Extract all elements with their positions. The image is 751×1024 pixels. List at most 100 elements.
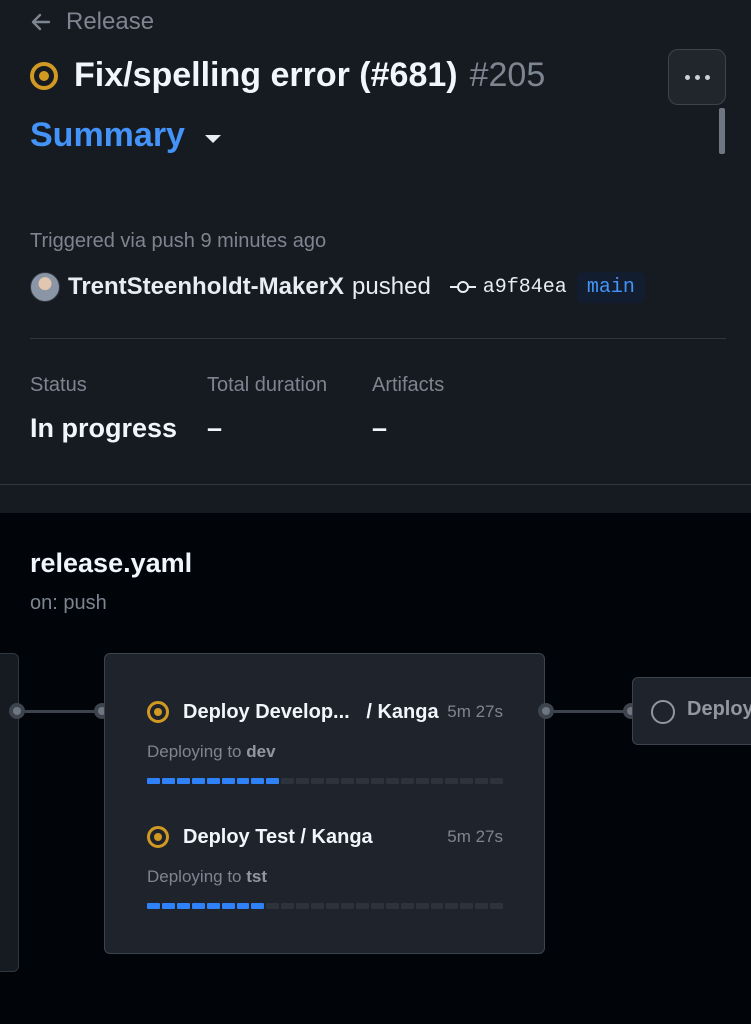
job-description: Deploying to dev [147, 742, 276, 761]
kebab-dot-icon [684, 74, 690, 80]
workflow-trigger: on: push [30, 592, 107, 614]
branch-badge[interactable]: main [576, 271, 645, 303]
git-commit-icon [449, 281, 476, 293]
job-item[interactable]: Deploy Test / Kanga 5m 27s Deploying to … [147, 823, 504, 909]
stat-value: – [207, 413, 223, 443]
section-dropdown[interactable]: Summary [30, 116, 221, 155]
progress-segment [400, 903, 414, 909]
job-duration: 5m 27s [447, 827, 503, 846]
progress-segment [311, 903, 325, 909]
duration-stat: Total duration – [207, 374, 327, 444]
progress-segment [311, 778, 325, 784]
connector-dot [538, 703, 554, 719]
progress-segment [326, 778, 339, 784]
job-duration: 5m 27s [447, 702, 503, 721]
progress-segment [355, 903, 369, 909]
connector-dot [9, 703, 25, 719]
progress-segment [370, 778, 384, 784]
in-progress-status-icon [30, 61, 58, 90]
arrow-left-icon [31, 13, 51, 31]
progress-segment [340, 778, 354, 784]
run-number: #205 [469, 56, 546, 94]
progress-segment [475, 903, 489, 909]
stat-value: – [372, 413, 388, 443]
run-title: Fix/spelling error (#681) [74, 56, 458, 94]
progress-segment [191, 903, 205, 909]
progress-segment [221, 903, 235, 909]
progress-segment [281, 903, 295, 909]
in-progress-status-icon [147, 826, 169, 848]
progress-segment [296, 778, 310, 784]
progress-segment [147, 903, 160, 909]
avatar[interactable] [30, 272, 60, 302]
commit-sha-link[interactable]: a9f84ea [483, 276, 567, 299]
progress-segment [490, 778, 504, 784]
trigger-info: Triggered via push 9 minutes ago [30, 230, 327, 252]
job-group-card: Deploy Develop... / Kanga 5m 27s Deployi… [104, 653, 545, 954]
job-item[interactable]: Deploy Develop... / Kanga 5m 27s Deployi… [147, 698, 504, 784]
progress-segment [296, 903, 310, 909]
progress-segment [430, 903, 444, 909]
progress-segment [400, 778, 414, 784]
progress-segment [326, 903, 339, 909]
progress-segment [355, 778, 369, 784]
workflow-file-name: release.yaml [30, 548, 193, 578]
stat-label: Artifacts [372, 374, 445, 396]
progress-segment [161, 778, 175, 784]
environment-name: tst [246, 867, 268, 886]
job-progress-bar [147, 903, 504, 909]
progress-segment [415, 778, 429, 784]
progress-segment [236, 903, 250, 909]
push-action-label: pushed [352, 273, 431, 300]
job-name: Deploy Develop... / Kanga [183, 700, 439, 723]
progress-segment [191, 778, 205, 784]
run-title-row: Fix/spelling error (#681) #205 [30, 56, 545, 95]
progress-segment [445, 903, 459, 909]
progress-segment [266, 778, 280, 784]
progress-segment [430, 778, 444, 784]
progress-segment [385, 903, 399, 909]
progress-segment [385, 778, 399, 784]
progress-segment [176, 778, 190, 784]
connector-line [25, 710, 95, 713]
status-stat: Status In progress [30, 374, 177, 444]
job-description: Deploying to tst [147, 867, 268, 886]
scrollbar[interactable] [719, 108, 725, 154]
previous-job-card[interactable] [0, 653, 19, 972]
job-name: Deploy Test / Kanga [183, 825, 373, 848]
progress-segment [161, 903, 175, 909]
progress-segment [475, 778, 489, 784]
job-progress-bar [147, 778, 504, 784]
in-progress-status-icon [147, 701, 169, 723]
stat-label: Total duration [207, 374, 328, 396]
progress-segment [340, 903, 354, 909]
caret-down-icon [204, 134, 221, 143]
stat-value: In progress [30, 413, 178, 443]
next-job-name: Deploy [687, 698, 751, 720]
environment-name: dev [246, 742, 276, 761]
connector-line [554, 710, 624, 713]
progress-segment [221, 778, 235, 784]
progress-segment [490, 903, 504, 909]
section-dropdown-label: Summary [30, 116, 185, 154]
push-info-row: TrentSteenholdt-MakerX pushed a9f84ea ma… [30, 270, 645, 304]
progress-segment [236, 778, 250, 784]
progress-segment [251, 778, 265, 784]
progress-segment [147, 778, 160, 784]
progress-segment [445, 778, 459, 784]
progress-segment [251, 903, 265, 909]
more-options-button[interactable] [668, 49, 726, 105]
next-job-card[interactable]: Deploy [632, 677, 751, 745]
stat-label: Status [30, 374, 87, 396]
back-link-label: Release [66, 8, 155, 35]
progress-segment [460, 778, 474, 784]
progress-segment [370, 903, 384, 909]
divider [30, 338, 726, 339]
progress-segment [460, 903, 474, 909]
username-link[interactable]: TrentSteenholdt-MakerX [68, 273, 344, 301]
progress-segment [281, 778, 295, 784]
back-link[interactable]: Release [30, 8, 154, 36]
artifacts-stat: Artifacts – [372, 374, 444, 444]
pending-status-icon [651, 700, 675, 724]
progress-segment [206, 778, 220, 784]
